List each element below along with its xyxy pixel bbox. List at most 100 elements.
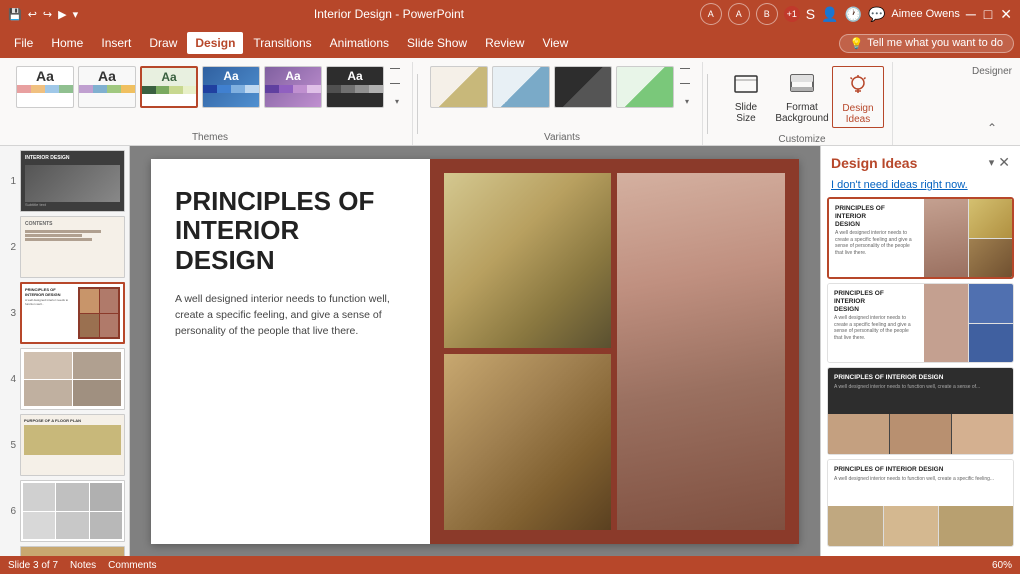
slide-item-6[interactable]: 6 xyxy=(4,480,125,542)
maximize-icon[interactable]: □ xyxy=(984,6,992,23)
themes-label: Themes xyxy=(192,130,228,145)
avatar-2: A xyxy=(728,3,750,25)
di-photo-3a xyxy=(828,414,889,455)
customize-label: Customize xyxy=(778,132,825,147)
variant-2[interactable] xyxy=(492,66,550,108)
menu-home[interactable]: Home xyxy=(43,32,91,54)
comments-header-icon[interactable]: 💬 xyxy=(868,6,885,23)
design-idea-3-photos xyxy=(828,414,1013,455)
menu-draw[interactable]: Draw xyxy=(141,32,185,54)
variant-4[interactable] xyxy=(616,66,674,108)
design-idea-4[interactable]: PRINCIPLES OF INTERIOR DESIGN A well des… xyxy=(827,459,1014,547)
notes-button[interactable]: Notes xyxy=(70,560,96,571)
di-photo-1a xyxy=(969,199,1012,238)
slide-item-2[interactable]: 2 CONTENTS xyxy=(4,216,125,278)
slide-item-3[interactable]: 3 PRINCIPLES OF INTERIOR DESIGN A well d… xyxy=(4,282,125,344)
canvas-left: PRINCIPLES OF INTERIOR DESIGN A well des… xyxy=(151,159,430,544)
menu-view[interactable]: View xyxy=(534,32,576,54)
account-icon[interactable]: 👤 xyxy=(821,6,838,23)
customize-area: Slide Size Format Background xyxy=(720,62,884,132)
slide-item-4[interactable]: 4 xyxy=(4,348,125,410)
quick-access-toolbar[interactable]: 💾 ↩ ↪ ▶ ▾ xyxy=(8,8,78,21)
design-ideas-chevron[interactable]: ▾ xyxy=(989,156,995,169)
history-icon[interactable]: 🕐 xyxy=(845,6,862,23)
design-idea-2[interactable]: PRINCIPLES OFINTERIORDESIGN A well desig… xyxy=(827,283,1014,363)
slide-item-1[interactable]: 1 INTERIOR DESIGN Subtitle text xyxy=(4,150,125,212)
design-idea-2-body: A well designed interior needs to create… xyxy=(834,315,918,341)
di-photo-4b xyxy=(884,506,939,547)
theme-default[interactable]: Aa xyxy=(16,66,74,108)
theme-2[interactable]: Aa xyxy=(78,66,136,108)
themes-dropdown[interactable]: ▾ xyxy=(390,66,404,108)
di-photo-2a xyxy=(969,284,1013,323)
variants-dropdown[interactable]: ▾ xyxy=(680,66,694,108)
menu-review[interactable]: Review xyxy=(477,32,532,54)
customize-group: Slide Size Format Background xyxy=(712,62,893,145)
design-ideas-label: Design Ideas xyxy=(842,103,873,125)
ribbon: Aa Aa Aa xyxy=(0,58,1020,146)
user-name: Aimee Owens xyxy=(891,8,959,20)
collapse-ribbon-icon[interactable]: ⌃ xyxy=(987,121,997,135)
theme-4[interactable]: Aa xyxy=(202,66,260,108)
slide-panel: 1 INTERIOR DESIGN Subtitle text 2 CONTEN… xyxy=(0,146,130,556)
tell-me-input[interactable]: 💡 Tell me what you want to do xyxy=(839,34,1014,53)
menu-transitions[interactable]: Transitions xyxy=(245,32,319,54)
variant-3[interactable] xyxy=(554,66,612,108)
photo-wood xyxy=(444,354,612,530)
status-bar: Slide 3 of 7 Notes Comments 60% xyxy=(0,556,1020,574)
design-ideas-panel: Design Ideas ▾ ✕ I don't need ideas righ… xyxy=(820,146,1020,556)
slide-item-5[interactable]: 5 PURPOSE OF A FLOOR PLAN xyxy=(4,414,125,476)
no-ideas-link[interactable]: I don't need ideas right now. xyxy=(821,175,1020,193)
skype-icon[interactable]: S xyxy=(806,6,815,22)
save-icon[interactable]: 💾 xyxy=(8,8,22,21)
design-idea-2-heading: PRINCIPLES OFINTERIORDESIGN xyxy=(834,290,918,313)
menu-animations[interactable]: Animations xyxy=(322,32,397,54)
menu-bar: File Home Insert Draw Design Transitions… xyxy=(0,28,1020,58)
slide-item-7[interactable]: 7 xyxy=(4,546,125,556)
di-photo-2b xyxy=(924,284,968,362)
design-idea-2-text: PRINCIPLES OFINTERIORDESIGN A well desig… xyxy=(828,284,924,362)
photo-woman xyxy=(617,173,785,530)
design-ideas-list: PRINCIPLES OFINTERIORDESIGN A well desig… xyxy=(821,193,1020,556)
comments-button[interactable]: Comments xyxy=(108,560,156,571)
themes-group: Aa Aa Aa xyxy=(8,62,413,145)
design-idea-4-inner: PRINCIPLES OF INTERIOR DESIGN A well des… xyxy=(828,460,1013,547)
format-background-button[interactable]: Format Background xyxy=(776,66,828,126)
theme-6[interactable]: Aa xyxy=(326,66,384,108)
undo-icon[interactable]: ↩ xyxy=(28,8,37,21)
presentation-icon[interactable]: ▶ xyxy=(58,8,66,21)
design-idea-1-heading: PRINCIPLES OFINTERIORDESIGN xyxy=(835,205,918,228)
canvas-area: PRINCIPLES OF INTERIOR DESIGN A well des… xyxy=(130,146,820,556)
ribbon-sep-1 xyxy=(417,74,418,134)
design-idea-1[interactable]: PRINCIPLES OFINTERIORDESIGN A well desig… xyxy=(827,197,1014,279)
design-idea-3[interactable]: PRINCIPLES OF INTERIOR DESIGN A well des… xyxy=(827,367,1014,455)
theme-3[interactable]: Aa xyxy=(140,66,198,108)
menu-design[interactable]: Design xyxy=(187,32,243,54)
minimize-icon[interactable]: ─ xyxy=(966,6,976,23)
di-photo-4c xyxy=(939,506,1013,547)
design-ideas-button[interactable]: Design Ideas xyxy=(832,66,884,128)
format-background-label: Format Background xyxy=(775,102,828,124)
menu-insert[interactable]: Insert xyxy=(93,32,139,54)
di-photo-1b xyxy=(924,199,967,277)
lightbulb-icon: 💡 xyxy=(850,37,864,50)
design-idea-1-photos xyxy=(924,199,1012,277)
canvas-body: A well designed interior needs to functi… xyxy=(175,292,406,339)
redo-icon[interactable]: ↪ xyxy=(43,8,52,21)
design-idea-4-body: A well designed interior needs to functi… xyxy=(834,476,1007,483)
di-photo-2c xyxy=(969,324,1013,363)
menu-slideshow[interactable]: Slide Show xyxy=(399,32,475,54)
window-controls[interactable]: ─ □ ✕ xyxy=(966,6,1012,23)
design-idea-3-body: A well designed interior needs to functi… xyxy=(834,384,1007,391)
theme-5[interactable]: Aa xyxy=(264,66,322,108)
slide-size-button[interactable]: Slide Size xyxy=(720,66,772,126)
menu-file[interactable]: File xyxy=(6,32,41,54)
ribbon-collapse-area: Designer ⌃ xyxy=(972,62,1012,145)
design-idea-2-photos xyxy=(924,284,1013,362)
design-ideas-close[interactable]: ✕ xyxy=(998,154,1010,171)
canvas-title: PRINCIPLES OF INTERIOR DESIGN xyxy=(175,187,406,277)
close-icon[interactable]: ✕ xyxy=(1000,6,1012,23)
design-idea-4-heading: PRINCIPLES OF INTERIOR DESIGN xyxy=(834,466,1007,474)
variant-1[interactable] xyxy=(430,66,488,108)
canvas-right xyxy=(430,159,799,544)
